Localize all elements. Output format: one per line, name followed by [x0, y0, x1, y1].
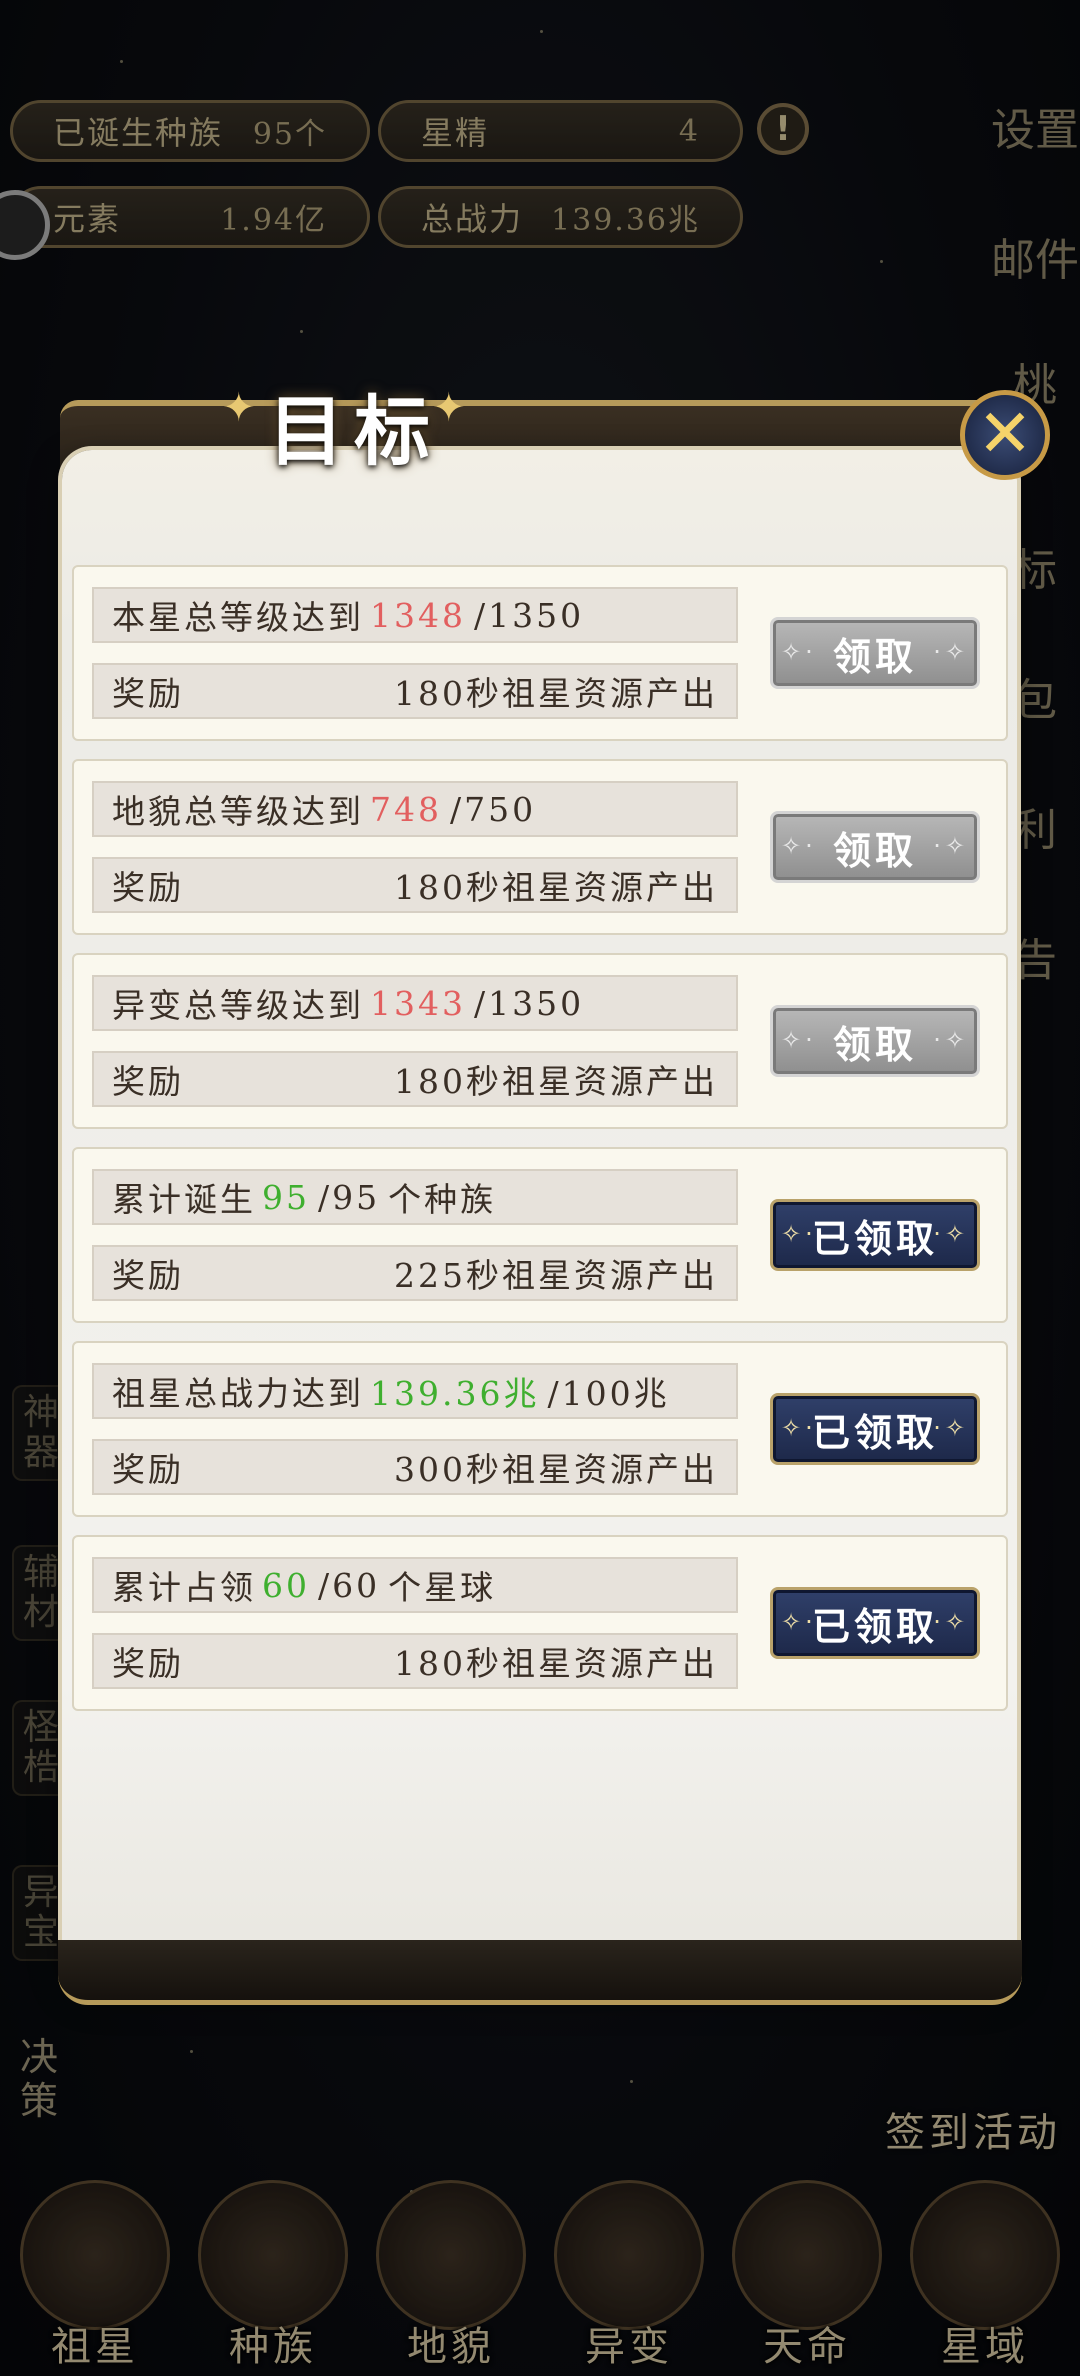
task-reward: 奖励 180秒祖星资源产出	[92, 663, 738, 719]
scroll-bottom-rod	[58, 1940, 1022, 2005]
task-description: 地貌总等级达到 748/750	[92, 781, 738, 837]
close-icon: ✕	[977, 395, 1033, 472]
task-row: 祖星总战力达到 139.36兆/100兆奖励 300秒祖星资源产出 ✧· 已领取 ·✧	[72, 1341, 1008, 1517]
task-row: 本星总等级达到 1348/1350 奖励 180秒祖星资源产出 ✧· 领取 ·✧	[72, 565, 1008, 741]
claim-button-label: 领取	[832, 828, 917, 873]
task-description: 异变总等级达到 1343/1350	[92, 975, 738, 1031]
claim-button-label: 已领取	[811, 1216, 938, 1261]
task-progress-target: /1350	[473, 983, 585, 1023]
task-row: 累计诞生 95/95 个种族奖励 225秒祖星资源产出 ✧· 已领取 ·✧	[72, 1147, 1008, 1323]
task-progress-current: 748	[370, 789, 442, 829]
dialog-title: 目标	[268, 387, 440, 476]
task-text: 地貌总等级达到	[112, 792, 364, 831]
claimed-button[interactable]: ✧· 已领取 ·✧	[770, 1587, 980, 1659]
button-ornament-icon: ✧·	[781, 638, 817, 666]
task-text: 异变总等级达到	[112, 986, 364, 1025]
button-ornament-icon: ✧·	[781, 832, 817, 860]
task-progress-current: 60	[262, 1565, 310, 1605]
task-suffix: 个种族	[388, 1180, 497, 1219]
reward-value: 180秒祖星资源产出	[394, 868, 718, 907]
claim-button[interactable]: ✧· 领取 ·✧	[770, 1005, 980, 1077]
task-description: 本星总等级达到 1348/1350	[92, 587, 738, 643]
task-progress-current: 139.36兆	[370, 1374, 540, 1413]
task-text: 祖星总战力达到	[112, 1374, 364, 1413]
reward-value: 225秒祖星资源产出	[394, 1256, 718, 1295]
task-reward: 奖励 180秒祖星资源产出	[92, 857, 738, 913]
task-progress-current: 1348	[370, 595, 466, 635]
button-ornament-icon: ·✧	[933, 1220, 969, 1248]
task-row: 异变总等级达到 1343/1350 奖励 180秒祖星资源产出 ✧· 领取 ·✧	[72, 953, 1008, 1129]
reward-value: 180秒祖星资源产出	[394, 1062, 718, 1101]
button-ornament-icon: ✧·	[781, 1608, 817, 1636]
task-reward: 奖励 300秒祖星资源产出	[92, 1439, 738, 1495]
task-suffix: 个星球	[388, 1568, 497, 1607]
claim-button[interactable]: ✧· 领取 ·✧	[770, 617, 980, 689]
reward-value: 300秒祖星资源产出	[394, 1450, 718, 1489]
reward-label: 奖励	[112, 1062, 184, 1101]
task-progress-target: /750	[450, 789, 537, 829]
reward-label: 奖励	[112, 1644, 184, 1683]
task-text: 本星总等级达到	[112, 598, 364, 637]
task-description: 累计占领 60/60 个星球	[92, 1557, 738, 1613]
button-ornament-icon: ·✧	[933, 638, 969, 666]
task-progress-current: 95	[262, 1177, 310, 1217]
task-text: 累计占领	[112, 1568, 256, 1607]
task-progress-target: /1350	[473, 595, 585, 635]
reward-label: 奖励	[112, 1450, 184, 1489]
claim-button-label: 已领取	[811, 1604, 938, 1649]
task-description: 祖星总战力达到 139.36兆/100兆	[92, 1363, 738, 1419]
task-row: 累计占领 60/60 个星球奖励 180秒祖星资源产出 ✧· 已领取 ·✧	[72, 1535, 1008, 1711]
claimed-button[interactable]: ✧· 已领取 ·✧	[770, 1393, 980, 1465]
claim-button-label: 领取	[832, 1022, 917, 1067]
reward-label: 奖励	[112, 674, 184, 713]
claim-button-label: 已领取	[811, 1410, 938, 1455]
button-ornament-icon: ·✧	[933, 1026, 969, 1054]
task-row: 地貌总等级达到 748/750 奖励 180秒祖星资源产出 ✧· 领取 ·✧	[72, 759, 1008, 935]
task-progress-target: /95	[318, 1177, 381, 1217]
button-ornament-icon: ·✧	[933, 1414, 969, 1442]
button-ornament-icon: ✧·	[781, 1414, 817, 1442]
reward-value: 180秒祖星资源产出	[394, 674, 718, 713]
task-progress-target: /100兆	[547, 1374, 670, 1413]
task-reward: 奖励 180秒祖星资源产出	[92, 1051, 738, 1107]
claimed-button[interactable]: ✧· 已领取 ·✧	[770, 1199, 980, 1271]
claim-button-label: 领取	[832, 634, 917, 679]
reward-label: 奖励	[112, 868, 184, 907]
task-description: 累计诞生 95/95 个种族	[92, 1169, 738, 1225]
task-reward: 奖励 225秒祖星资源产出	[92, 1245, 738, 1301]
task-progress-target: /60	[318, 1565, 381, 1605]
title-left-ornament-icon: ✦	[222, 385, 256, 431]
button-ornament-icon: ✧·	[781, 1026, 817, 1054]
button-ornament-icon: ✧·	[781, 1220, 817, 1248]
reward-value: 180秒祖星资源产出	[394, 1644, 718, 1683]
reward-label: 奖励	[112, 1256, 184, 1295]
title-right-ornament-icon: ✦	[432, 385, 466, 431]
button-ornament-icon: ·✧	[933, 832, 969, 860]
close-button[interactable]: ✕	[960, 390, 1050, 480]
task-text: 累计诞生	[112, 1180, 256, 1219]
task-progress-current: 1343	[370, 983, 466, 1023]
task-reward: 奖励 180秒祖星资源产出	[92, 1633, 738, 1689]
button-ornament-icon: ·✧	[933, 1608, 969, 1636]
claim-button[interactable]: ✧· 领取 ·✧	[770, 811, 980, 883]
